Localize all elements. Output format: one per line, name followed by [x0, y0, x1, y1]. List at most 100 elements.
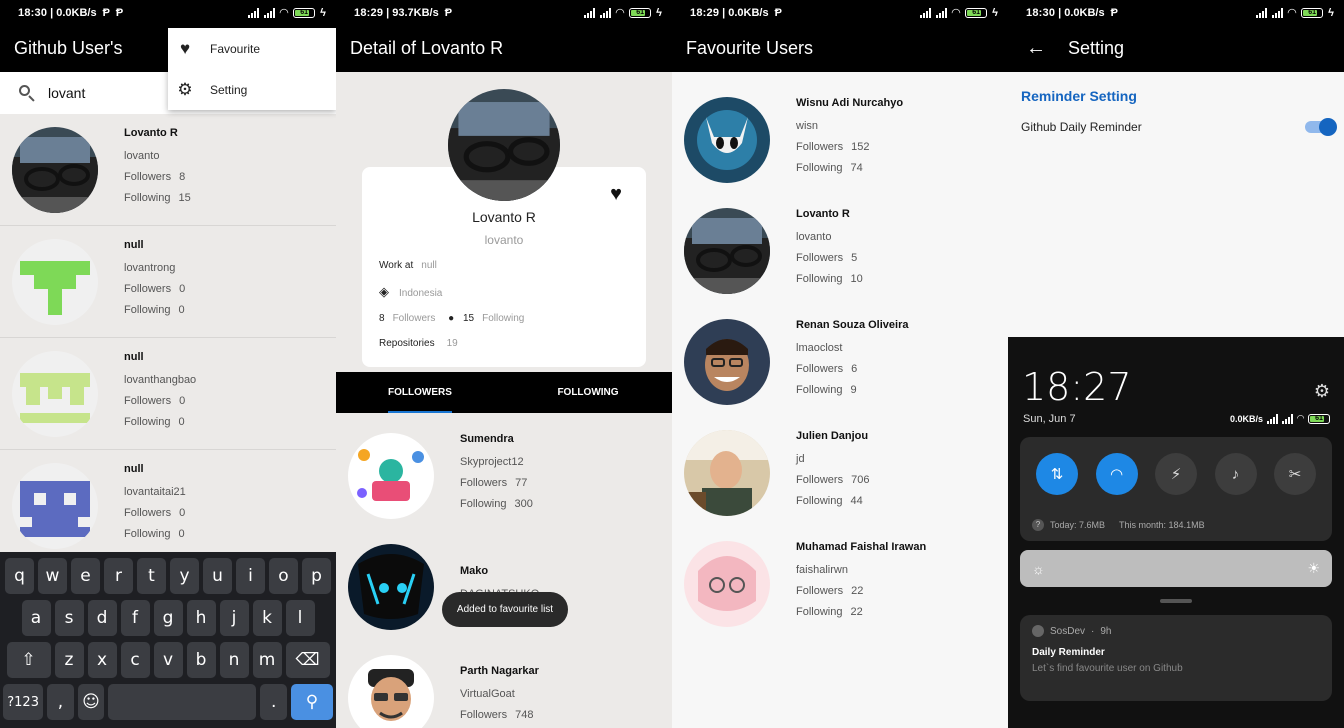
tab-following[interactable]: FOLLOWING [504, 372, 672, 413]
status-bar: 18:30 | 0.0KB/s Ᵽ Ᵽ ◠ 61 ϟ [0, 0, 336, 25]
key[interactable]: f [120, 600, 150, 636]
keyboard-row: ?123 , ☺ . ⚲ [3, 684, 333, 720]
list-item[interactable]: Renan Souza Oliveira lmaoclost Followers… [684, 306, 1008, 417]
menu-item-setting[interactable]: ⚙ Setting [168, 69, 336, 110]
key[interactable]: o [269, 558, 298, 594]
shift-key-icon[interactable]: ⇧ [6, 642, 51, 678]
key[interactable]: x [87, 642, 117, 678]
key[interactable]: d [87, 600, 117, 636]
stats-row: 8 Followers ● 15 Following [379, 313, 525, 324]
drag-handle[interactable] [1160, 599, 1192, 603]
page-title: Setting [1068, 38, 1125, 58]
avatar [448, 89, 560, 201]
list-item[interactable]: Parth Nagarkar VirtualGoat Followers 748 [348, 642, 539, 728]
key[interactable]: a [21, 600, 51, 636]
key[interactable]: l [285, 600, 315, 636]
wifi-icon: ◠ [1287, 7, 1297, 19]
space-key[interactable] [108, 684, 257, 720]
key[interactable]: i [236, 558, 265, 594]
key[interactable]: h [186, 600, 216, 636]
favourite-heart-icon[interactable]: ♥ [610, 183, 622, 206]
app-bar: Favourite Users [672, 25, 1008, 72]
list-item[interactable]: null lovantrong Followers 0 Following 0 [0, 226, 336, 338]
bell-icon[interactable]: ♪ [1214, 453, 1257, 495]
favourite-screen: 18:29 | 0.0KB/s Ᵽ ◠ 61 ϟ Favourite Users… [672, 0, 1008, 728]
list-item[interactable]: null lovantaitai21 Followers 0 Following 0 [0, 450, 336, 562]
emoji-key-icon[interactable]: ☺ [77, 684, 105, 720]
signal-icon [599, 7, 611, 18]
key[interactable]: w [38, 558, 67, 594]
back-arrow-icon[interactable]: ← [1026, 37, 1046, 60]
gear-icon: ⚙ [177, 79, 193, 99]
settings-gear-icon[interactable]: ⚙ [1314, 381, 1330, 402]
key[interactable]: y [170, 558, 199, 594]
charging-icon: ϟ [1328, 6, 1334, 19]
avatar [12, 350, 98, 437]
key[interactable]: k [252, 600, 282, 636]
period-key[interactable]: . [260, 684, 287, 720]
symbols-key[interactable]: ?123 [3, 684, 44, 720]
avatar [684, 429, 770, 516]
menu-item-favourite[interactable]: ♥ Favourite [168, 28, 336, 69]
user-name: null [124, 238, 144, 251]
screenshot-icon[interactable]: ✂ [1274, 453, 1316, 495]
avatar [12, 126, 98, 213]
parking-icon: Ᵽ [115, 6, 124, 19]
key[interactable]: m [252, 642, 282, 678]
avatar [684, 207, 770, 294]
user-name: Mako [460, 564, 489, 577]
key[interactable]: p [302, 558, 331, 594]
backspace-key-icon[interactable]: ⌫ [285, 642, 330, 678]
status-speed: 93.7KB/s [392, 6, 439, 19]
signal-icon [263, 7, 275, 18]
search-key-icon[interactable]: ⚲ [290, 684, 333, 720]
brightness-high-icon: ☀ [1307, 560, 1320, 576]
signal-icon [247, 7, 259, 18]
parking-icon: Ᵽ [444, 6, 453, 19]
app-bar: Detail of Lovanto R [336, 25, 672, 72]
quick-settings: ⇅ ◠ ⚡ ♪ ✂ ? Today: 7.6MB This month: 184… [1020, 437, 1332, 541]
key[interactable]: q [5, 558, 34, 594]
search-icon[interactable] [18, 84, 36, 102]
key[interactable]: g [153, 600, 183, 636]
list-item[interactable]: Lovanto R lovanto Followers 5 Following 10 [684, 195, 1008, 306]
signal-icon [919, 7, 931, 18]
tab-followers[interactable]: FOLLOWERS [336, 372, 504, 413]
mobile-data-icon[interactable]: ⇅ [1036, 453, 1078, 495]
wifi-toggle-icon[interactable]: ◠ [1095, 453, 1138, 495]
key[interactable]: t [137, 558, 166, 594]
key[interactable]: b [186, 642, 216, 678]
tab-bar: FOLLOWERS FOLLOWING [336, 372, 672, 413]
user-name: Wisnu Adi Nurcahyo [796, 96, 904, 109]
reminder-toggle[interactable] [1305, 118, 1337, 136]
key[interactable]: r [104, 558, 133, 594]
list-item[interactable]: Lovanto R lovanto Followers 8 Following 15 [0, 114, 336, 226]
list-item[interactable]: null lovanthangbao Followers 0 Following 0 [0, 338, 336, 450]
signal-icon [1255, 7, 1267, 18]
key[interactable]: z [54, 642, 84, 678]
flashlight-icon[interactable]: ⚡ [1155, 453, 1197, 495]
key[interactable]: e [71, 558, 100, 594]
avatar [684, 318, 770, 405]
list-item[interactable]: Wisnu Adi Nurcahyo wisn Followers 152 Fol… [684, 84, 1008, 195]
battery-icon: 61 [1301, 7, 1324, 18]
overflow-menu: ♥ Favourite ⚙ Setting [168, 28, 336, 110]
user-login: Skyproject12 [460, 455, 524, 468]
list-item[interactable]: Muhamad Faishal Irawan faishalirwn Follo… [684, 528, 1008, 639]
brightness-slider[interactable]: ☼ ☀ [1020, 550, 1332, 587]
notification-card[interactable]: SosDev · 9h Daily Reminder Let`s find fa… [1020, 615, 1332, 701]
shade-clock: 18:27 [1022, 365, 1132, 409]
key[interactable]: s [54, 600, 84, 636]
list-item[interactable]: Sumendra Skyproject12 Followers 77 Follow… [348, 420, 539, 531]
list-item[interactable]: Julien Danjou jd Followers 706 Following 4… [684, 417, 1008, 528]
key[interactable]: n [219, 642, 249, 678]
comma-key[interactable]: , [47, 684, 74, 720]
detail-screen: 18:29 | 93.7KB/s Ᵽ ◠ 61 ϟ Detail of Lova… [336, 0, 672, 728]
data-usage: ? Today: 7.6MB This month: 184.1MB [1032, 519, 1205, 531]
key[interactable]: v [153, 642, 183, 678]
keyboard-row: a s d f g h j k l [3, 600, 333, 636]
heart-icon: ♥ [179, 38, 191, 58]
key[interactable]: c [120, 642, 150, 678]
key[interactable]: u [203, 558, 232, 594]
key[interactable]: j [219, 600, 249, 636]
